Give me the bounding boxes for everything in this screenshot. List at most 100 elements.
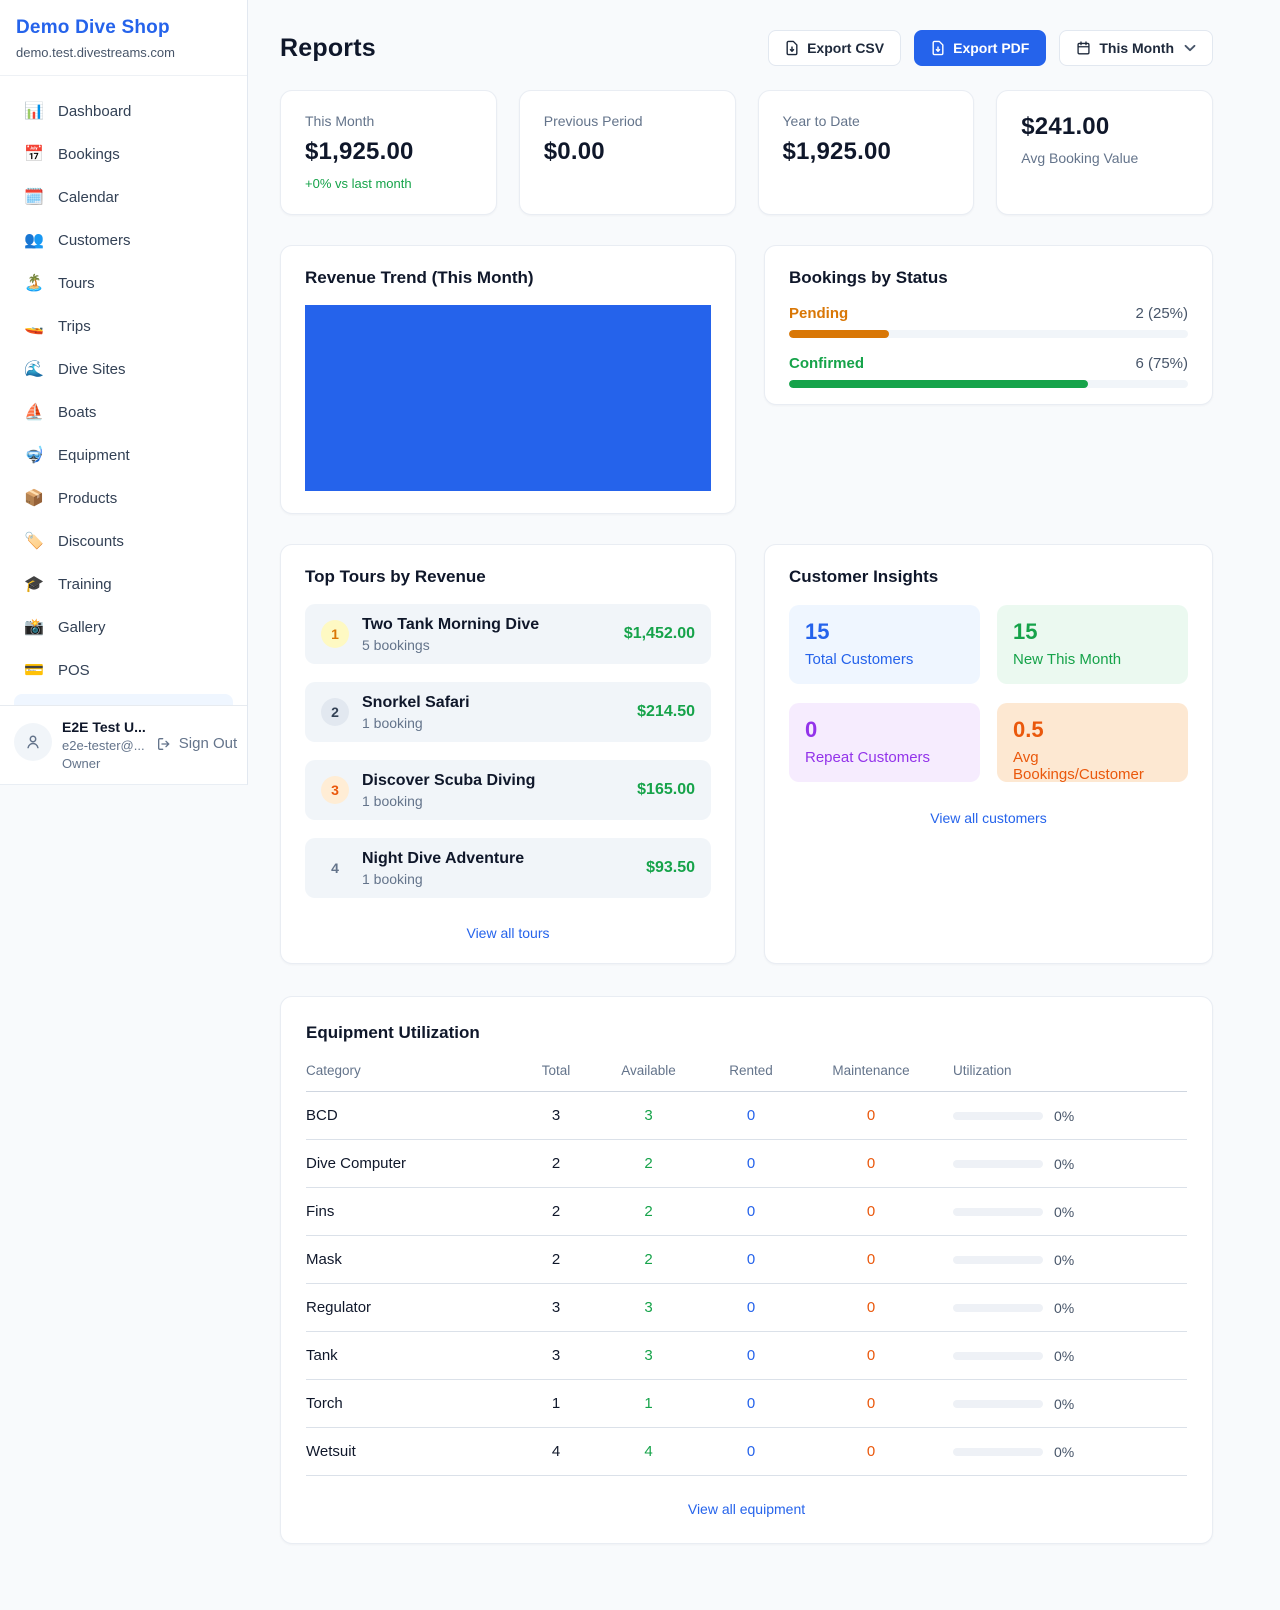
column-header-utilization: Utilization xyxy=(941,1063,1187,1078)
sidebar-item-training[interactable]: 🎓 Training xyxy=(0,563,247,606)
insight-tile-new-this-month: 15 New This Month xyxy=(997,605,1188,684)
cell-rented: 0 xyxy=(701,1107,801,1124)
sidebar-item-dashboard[interactable]: 📊 Dashboard xyxy=(0,90,247,133)
cell-utilization: 0% xyxy=(1054,1204,1074,1220)
avatar xyxy=(14,723,52,761)
cell-available: 2 xyxy=(596,1251,701,1268)
status-count: 2 (25%) xyxy=(1135,305,1188,322)
tour-bookings: 5 bookings xyxy=(362,637,539,653)
view-all-tours-link[interactable]: View all tours xyxy=(466,925,549,941)
tour-row[interactable]: 4 Night Dive Adventure 1 booking $93.50 xyxy=(305,838,711,898)
sidebar-user-footer: E2E Test U... e2e-tester@... Owner Sign … xyxy=(0,705,247,784)
sidebar-item-discounts[interactable]: 🏷️ Discounts xyxy=(0,520,247,563)
cell-maintenance: 0 xyxy=(801,1299,941,1316)
sidebar-item-gallery[interactable]: 📸 Gallery xyxy=(0,606,247,649)
sidebar-item-trips[interactable]: 🚤 Trips xyxy=(0,305,247,348)
tour-revenue: $165.00 xyxy=(637,781,695,799)
sidebar-item-label: Products xyxy=(58,490,117,507)
cell-available: 3 xyxy=(596,1107,701,1124)
sidebar-item-label: Training xyxy=(58,576,112,593)
sidebar: Demo Dive Shop demo.test.divestreams.com… xyxy=(0,0,248,785)
brand-header: Demo Dive Shop demo.test.divestreams.com xyxy=(0,0,247,76)
sidebar-item-equipment[interactable]: 🤿 Equipment xyxy=(0,434,247,477)
user-role: Owner xyxy=(62,756,146,771)
status-row-pending: Pending 2 (25%) xyxy=(789,305,1188,338)
cell-available: 2 xyxy=(596,1155,701,1172)
view-all-customers-link[interactable]: View all customers xyxy=(930,810,1046,826)
sidebar-item-active-partial[interactable] xyxy=(14,694,233,705)
tear-off-calendar-icon: 🗓️ xyxy=(24,190,44,206)
cell-utilization: 0% xyxy=(1054,1156,1074,1172)
insight-tile-total-customers: 15 Total Customers xyxy=(789,605,980,684)
sidebar-item-tours[interactable]: 🏝️ Tours xyxy=(0,262,247,305)
sidebar-item-label: Equipment xyxy=(58,447,130,464)
sidebar-item-dive-sites[interactable]: 🌊 Dive Sites xyxy=(0,348,247,391)
column-header-category: Category xyxy=(306,1063,516,1078)
speedboat-icon: 🚤 xyxy=(24,319,44,335)
stat-label: This Month xyxy=(305,113,472,129)
column-header-available: Available xyxy=(596,1063,701,1078)
tour-row[interactable]: 3 Discover Scuba Diving 1 booking $165.0… xyxy=(305,760,711,820)
insight-tile-repeat-customers: 0 Repeat Customers xyxy=(789,703,980,782)
sidebar-item-customers[interactable]: 👥 Customers xyxy=(0,219,247,262)
cell-utilization: 0% xyxy=(1054,1444,1074,1460)
rank-badge: 3 xyxy=(321,776,349,804)
package-icon: 📦 xyxy=(24,491,44,507)
stat-card-previous-period: Previous Period $0.00 xyxy=(519,90,736,215)
stat-delta: +0% vs last month xyxy=(305,176,472,191)
customer-insights-title: Customer Insights xyxy=(789,567,1188,587)
cell-available: 3 xyxy=(596,1299,701,1316)
tour-name: Snorkel Safari xyxy=(362,694,470,712)
sidebar-item-label: Dive Sites xyxy=(58,361,126,378)
sidebar-item-bookings[interactable]: 📅 Bookings xyxy=(0,133,247,176)
equipment-utilization-card: Equipment Utilization Category Total Ava… xyxy=(280,996,1213,1544)
cell-maintenance: 0 xyxy=(801,1155,941,1172)
stat-label: Previous Period xyxy=(544,113,711,129)
cell-category: Wetsuit xyxy=(306,1443,516,1460)
view-all-equipment-link[interactable]: View all equipment xyxy=(688,1501,805,1517)
cell-maintenance: 0 xyxy=(801,1107,941,1124)
insight-tile-avg-bookings: 0.5 Avg Bookings/Customer xyxy=(997,703,1188,782)
cell-available: 1 xyxy=(596,1395,701,1412)
period-dropdown[interactable]: This Month xyxy=(1059,30,1213,66)
tour-row[interactable]: 1 Two Tank Morning Dive 5 bookings $1,45… xyxy=(305,604,711,664)
stat-value: $1,925.00 xyxy=(783,138,950,166)
sidebar-item-pos[interactable]: 💳 POS xyxy=(0,649,247,692)
calendar-date-icon: 📅 xyxy=(24,147,44,163)
cell-category: Tank xyxy=(306,1347,516,1364)
document-icon xyxy=(931,40,945,56)
island-icon: 🏝️ xyxy=(24,276,44,292)
cell-total: 3 xyxy=(516,1347,596,1364)
sidebar-item-calendar[interactable]: 🗓️ Calendar xyxy=(0,176,247,219)
export-pdf-button[interactable]: Export PDF xyxy=(914,30,1046,66)
insight-label: Total Customers xyxy=(805,651,964,668)
cell-rented: 0 xyxy=(701,1347,801,1364)
cell-maintenance: 0 xyxy=(801,1203,941,1220)
table-header: Category Total Available Rented Maintena… xyxy=(306,1043,1187,1092)
cell-category: Torch xyxy=(306,1395,516,1412)
table-row: BCD 3 3 0 0 0% xyxy=(306,1092,1187,1140)
tour-bookings: 1 booking xyxy=(362,793,535,809)
sidebar-item-label: Dashboard xyxy=(58,103,131,120)
tour-bookings: 1 booking xyxy=(362,871,524,887)
wave-icon: 🌊 xyxy=(24,362,44,378)
cell-rented: 0 xyxy=(701,1395,801,1412)
export-csv-button[interactable]: Export CSV xyxy=(768,30,901,66)
sidebar-item-boats[interactable]: ⛵ Boats xyxy=(0,391,247,434)
sign-out-button[interactable]: Sign Out xyxy=(156,735,237,752)
utilization-bar xyxy=(953,1400,1043,1408)
cell-category: Mask xyxy=(306,1251,516,1268)
tour-row[interactable]: 2 Snorkel Safari 1 booking $214.50 xyxy=(305,682,711,742)
bar-chart-icon: 📊 xyxy=(24,104,44,120)
insight-value: 0.5 xyxy=(1013,717,1172,743)
tour-name: Discover Scuba Diving xyxy=(362,772,535,790)
cell-category: Dive Computer xyxy=(306,1155,516,1172)
utilization-bar xyxy=(953,1112,1043,1120)
progress-track xyxy=(789,380,1188,388)
table-row: Torch 1 1 0 0 0% xyxy=(306,1380,1187,1428)
rank-badge: 4 xyxy=(321,854,349,882)
table-row: Tank 3 3 0 0 0% xyxy=(306,1332,1187,1380)
cell-rented: 0 xyxy=(701,1443,801,1460)
sidebar-item-products[interactable]: 📦 Products xyxy=(0,477,247,520)
sidebar-item-label: POS xyxy=(58,662,90,679)
